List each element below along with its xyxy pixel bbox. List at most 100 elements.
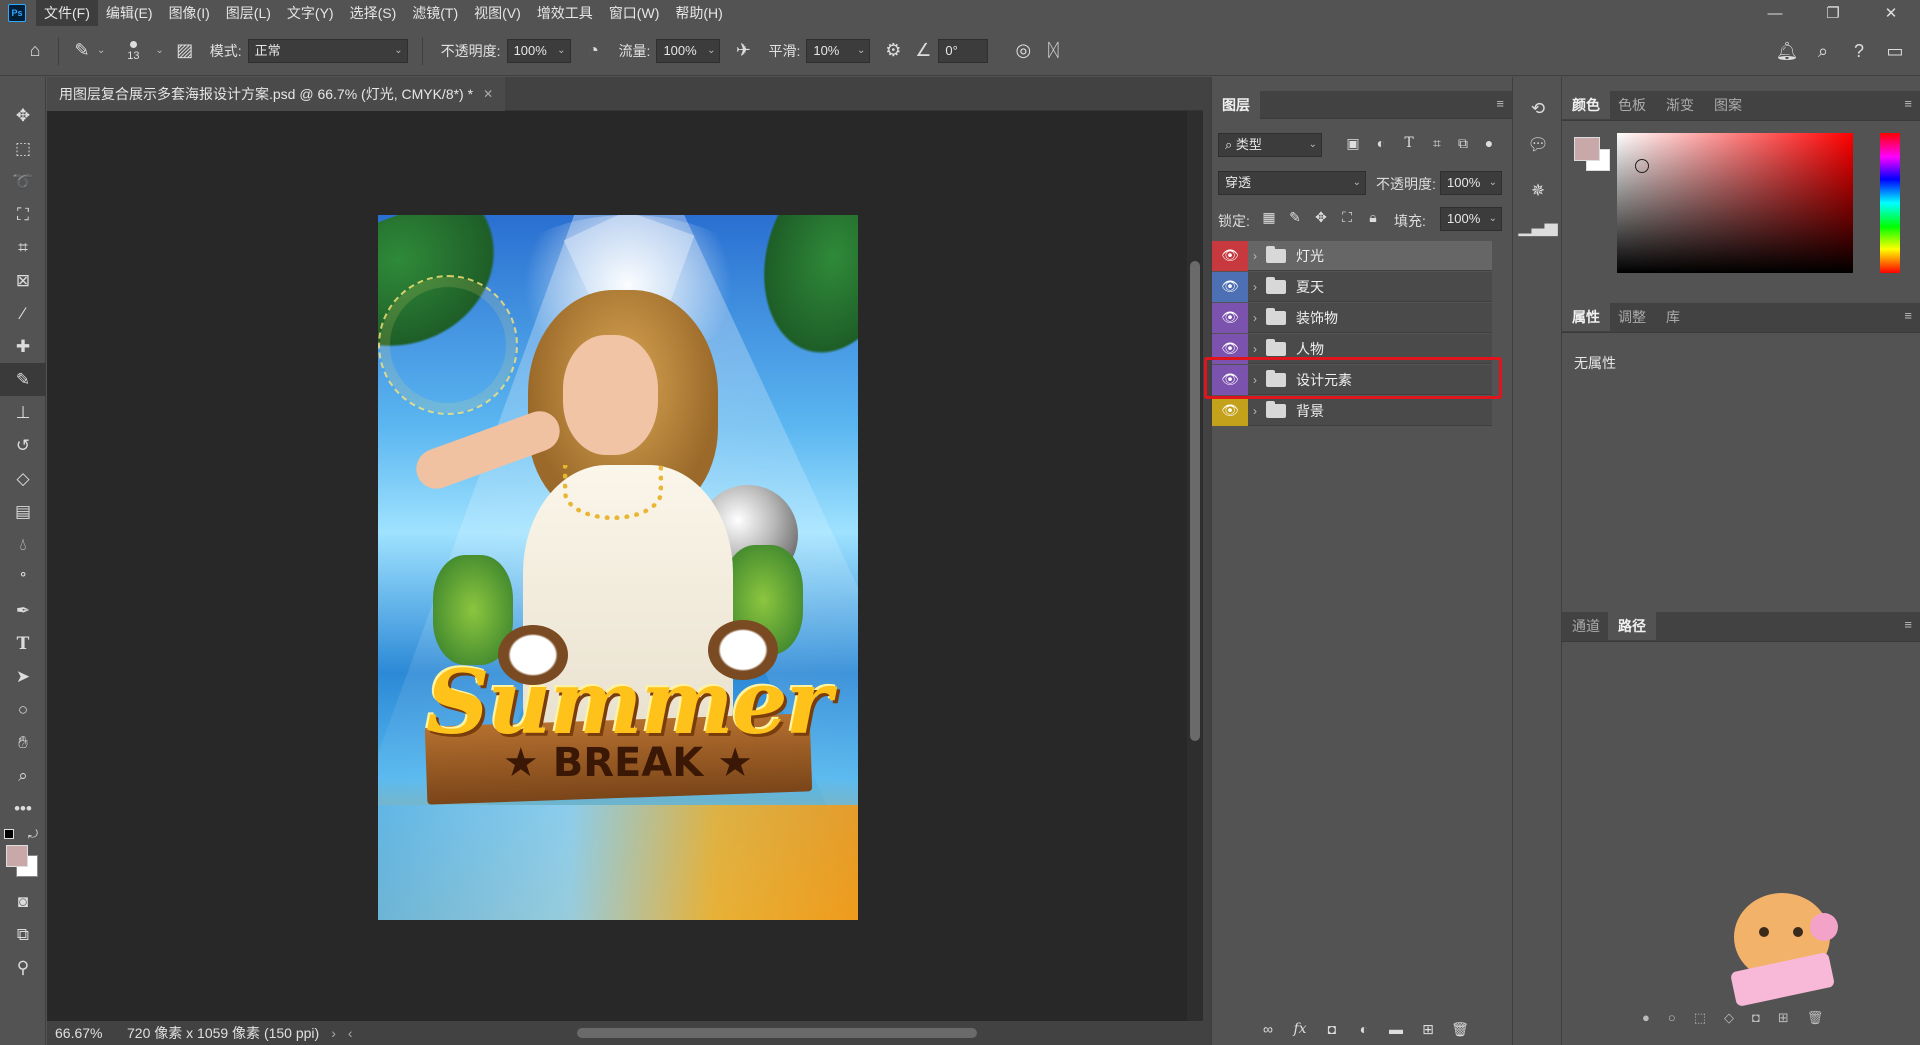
search-icon[interactable]: ⌕ xyxy=(1808,36,1838,66)
restore-icon[interactable]: ❐ xyxy=(1804,0,1862,26)
menu-view[interactable]: 视图(V) xyxy=(466,0,529,26)
color-picker-cursor[interactable] xyxy=(1635,159,1649,173)
opacity-field[interactable]: 100% ⌄ xyxy=(506,38,571,63)
brush-preset-picker[interactable]: 13 xyxy=(111,31,155,71)
frame-tool-icon[interactable]: ⊠ xyxy=(0,264,46,297)
layer-row[interactable]: 👁︎ › 灯光 xyxy=(1212,240,1492,271)
poster-canvas[interactable]: Summer ★ BREAK ★ xyxy=(378,215,858,920)
default-colors-icon[interactable] xyxy=(4,829,14,839)
new-group-icon[interactable]: ▬ xyxy=(1384,1017,1408,1041)
image-filter-icon[interactable]: ▣ xyxy=(1342,135,1364,155)
type-filter-icon[interactable]: T xyxy=(1398,135,1420,155)
fill-field[interactable]: 100% ⌄ xyxy=(1440,207,1502,231)
horizontal-scrollbar-thumb[interactable] xyxy=(577,1028,977,1038)
fill-path-icon[interactable]: ● xyxy=(1642,1010,1650,1026)
layer-row[interactable]: 👁︎ › 装饰物 xyxy=(1212,302,1492,333)
eye-icon[interactable]: 👁︎ xyxy=(1212,302,1248,333)
add-mask-icon[interactable]: ◘ xyxy=(1752,1010,1760,1026)
lasso-tool-icon[interactable]: ➰ xyxy=(0,165,46,198)
content-aware-icon[interactable]: ⚲ xyxy=(0,951,46,984)
angle-field[interactable]: 0° xyxy=(938,38,989,63)
layer-opacity-field[interactable]: 100% ⌄ xyxy=(1440,171,1502,195)
mode-select[interactable]: 正常 ⌄ xyxy=(247,38,408,63)
chevron-right-icon[interactable]: › xyxy=(1248,342,1262,356)
new-path-icon[interactable]: ⊞ xyxy=(1778,1010,1789,1026)
dodge-tool-icon[interactable]: ᐤ xyxy=(0,561,46,594)
chevron-right-icon[interactable]: › xyxy=(1248,404,1262,418)
add-mask-icon[interactable]: ◘ xyxy=(1320,1017,1344,1041)
color-field[interactable] xyxy=(1617,133,1853,273)
trash-icon[interactable]: 🗑︎ xyxy=(1448,1017,1472,1041)
foreground-color-swatch[interactable] xyxy=(6,845,28,867)
brush-settings-icon[interactable]: ▨ xyxy=(170,36,200,66)
airbrush-icon[interactable]: ✈ xyxy=(728,36,758,66)
smoothing-field[interactable]: 10% ⌄ xyxy=(806,38,871,63)
panel-menu-icon[interactable]: ≡ xyxy=(1496,96,1504,111)
lock-all-icon[interactable]: 🔒︎ xyxy=(1362,209,1384,229)
panel-divider[interactable] xyxy=(1203,77,1211,1045)
menu-layer[interactable]: 图层(L) xyxy=(218,0,279,26)
layer-filter-select[interactable]: ⌕ 类型 ⌄ xyxy=(1218,133,1322,157)
panel-menu-icon[interactable]: ≡ xyxy=(1904,617,1912,632)
close-icon[interactable]: ✕ xyxy=(1862,0,1920,26)
lock-position-icon[interactable]: ✥ xyxy=(1310,209,1332,229)
eye-icon[interactable]: 👁︎ xyxy=(1212,240,1248,271)
tab-properties[interactable]: 属性 xyxy=(1562,303,1610,331)
chevron-right-icon[interactable]: › xyxy=(1248,280,1262,294)
type-tool-icon[interactable]: T xyxy=(0,627,46,660)
fx-icon[interactable]: fx xyxy=(1288,1017,1312,1041)
minimize-icon[interactable]: — xyxy=(1746,0,1804,26)
brush-tool-icon[interactable]: ✎ xyxy=(67,36,97,66)
tab-channels[interactable]: 通道 xyxy=(1562,612,1610,640)
adjustment-filter-icon[interactable]: ◐ xyxy=(1370,135,1392,155)
menu-window[interactable]: 窗口(W) xyxy=(601,0,668,26)
more-tools-icon[interactable]: ••• xyxy=(0,792,46,825)
panel-menu-icon[interactable]: ≡ xyxy=(1904,308,1912,323)
menu-select[interactable]: 选择(S) xyxy=(342,0,405,26)
object-select-tool-icon[interactable]: ⛶ xyxy=(0,198,46,231)
lock-pixels-icon[interactable]: ✎ xyxy=(1284,209,1306,229)
scrollbar-thumb[interactable] xyxy=(1190,261,1200,741)
chevron-right-icon[interactable]: › xyxy=(1248,311,1262,325)
stamp-tool-icon[interactable]: ⊥ xyxy=(0,396,46,429)
pressure-opacity-icon[interactable]: ◔ xyxy=(579,36,609,66)
tab-swatches[interactable]: 色板 xyxy=(1608,91,1656,119)
gear-icon[interactable]: ⚙ xyxy=(878,36,908,66)
tab-layers[interactable]: 图层 xyxy=(1212,91,1260,119)
chevron-down-icon[interactable]: ⌄ xyxy=(97,45,105,56)
menu-file[interactable]: 文件(F) xyxy=(36,0,98,26)
symmetry-icon[interactable]: ᛞ xyxy=(1038,36,1068,66)
marquee-tool-icon[interactable]: ⬚ xyxy=(0,132,46,165)
gradient-tool-icon[interactable]: ▤ xyxy=(0,495,46,528)
navigator-icon[interactable]: ✵ xyxy=(1513,173,1563,209)
menu-type[interactable]: 文字(Y) xyxy=(279,0,342,26)
menu-image[interactable]: 图像(I) xyxy=(161,0,218,26)
flow-field[interactable]: 100% ⌄ xyxy=(656,38,721,63)
eyedropper-tool-icon[interactable]: ⁄ xyxy=(0,297,46,330)
eye-icon[interactable]: 👁︎ xyxy=(1212,395,1248,426)
trash-icon[interactable]: 🗑︎ xyxy=(1807,1010,1824,1026)
histogram-icon[interactable]: ▁▃▅ xyxy=(1513,209,1563,245)
make-work-path-icon[interactable]: ◇ xyxy=(1724,1010,1734,1026)
layer-row[interactable]: 👁︎ › 背景 xyxy=(1212,395,1492,426)
pen-tool-icon[interactable]: ✒ xyxy=(0,594,46,627)
eraser-tool-icon[interactable]: ◇ xyxy=(0,462,46,495)
swap-colors-icon[interactable]: ⤾ xyxy=(28,827,38,842)
screen-mode-icon[interactable]: ⧉ xyxy=(0,918,46,951)
zoom-tool-icon[interactable]: ⌕ xyxy=(0,759,46,792)
move-tool-icon[interactable]: ✥ xyxy=(0,99,46,132)
filter-toggle-icon[interactable]: ● xyxy=(1478,135,1500,155)
new-layer-icon[interactable]: ⊞ xyxy=(1416,1017,1440,1041)
history-icon[interactable]: ⟲ xyxy=(1513,91,1563,127)
brush-tool-icon[interactable]: ✎ xyxy=(0,363,46,396)
menu-filter[interactable]: 滤镜(T) xyxy=(404,0,466,26)
chevron-right-icon[interactable]: › xyxy=(331,1025,336,1041)
shape-filter-icon[interactable]: ⌗ xyxy=(1426,135,1448,155)
tab-libraries[interactable]: 库 xyxy=(1656,303,1690,331)
chevron-down-icon[interactable]: ⌄ xyxy=(155,45,163,56)
layer-row[interactable]: 👁︎ › 夏天 xyxy=(1212,271,1492,302)
history-brush-tool-icon[interactable]: ↺ xyxy=(0,429,46,462)
comments-icon[interactable]: 💬︎ xyxy=(1513,127,1563,163)
stroke-path-icon[interactable]: ○ xyxy=(1668,1010,1676,1026)
panel-menu-icon[interactable]: ≡ xyxy=(1904,96,1912,111)
